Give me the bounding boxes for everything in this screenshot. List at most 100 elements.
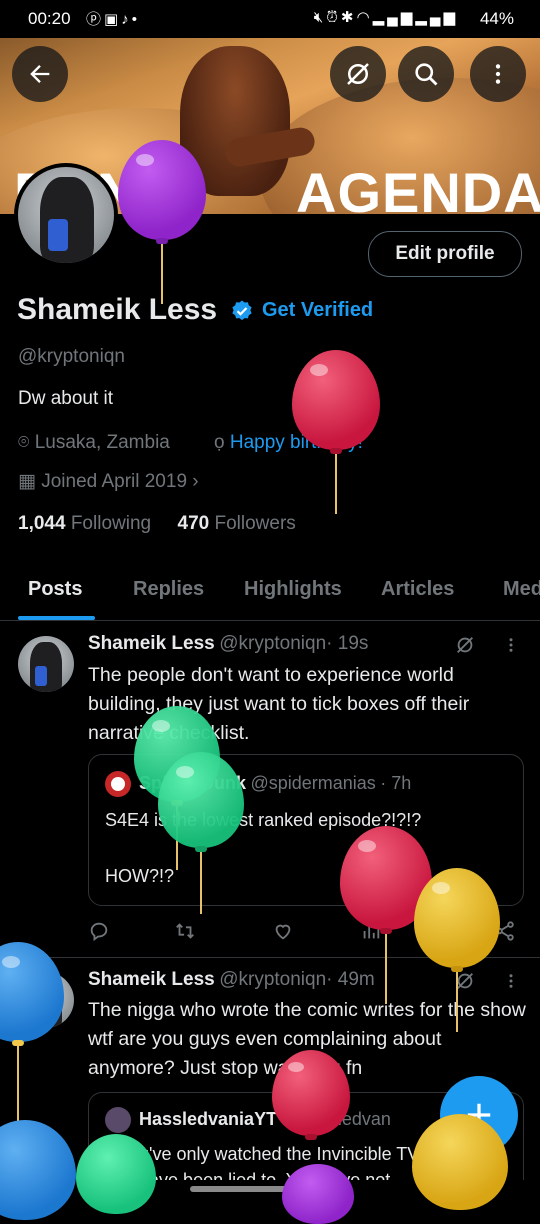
- avatar-phone: [48, 219, 68, 251]
- quote-text-line-2: HOW?!?: [105, 866, 175, 886]
- following-link[interactable]: 1,044 Following: [18, 513, 151, 534]
- followers-link[interactable]: 470 Followers: [178, 513, 296, 534]
- more-vertical-icon: [495, 64, 501, 84]
- location-text: Lusaka, Zambia: [34, 432, 170, 453]
- post-author-name[interactable]: Shameik Less: [88, 633, 215, 654]
- compose-post-button[interactable]: [440, 1076, 518, 1154]
- gallery-icon: ▣: [104, 11, 122, 28]
- profile-stats: 1,044 Following 470 Followers: [18, 513, 296, 535]
- heart-icon: [275, 924, 291, 940]
- share-button[interactable]: [494, 920, 516, 947]
- verified-badge-icon[interactable]: [230, 299, 254, 328]
- post-author-handle[interactable]: @kryptoniqn: [219, 969, 326, 990]
- post-text: The nigga who wrote the comic writes for…: [88, 999, 526, 1079]
- following-label: Following: [70, 513, 152, 534]
- quote-avatar: [105, 771, 131, 797]
- followers-label: Followers: [214, 513, 296, 534]
- tab-highlights[interactable]: Highlights: [244, 578, 342, 601]
- bookmark-button[interactable]: [452, 920, 474, 947]
- banner-orangutan: [180, 46, 290, 196]
- post-header: Shameik Less @kryptoniqn· 19s: [88, 633, 368, 655]
- post-translate-button[interactable]: [454, 970, 476, 997]
- post-divider: [0, 957, 540, 958]
- status-bar: 00:20 ⓟ▣♪• 🔇︎⏰︎✱◠▂▄▆▂▄▆ 44%: [0, 0, 540, 38]
- signal-icon: ▂▄▆: [372, 9, 416, 26]
- reply-button[interactable]: [88, 920, 110, 947]
- plus-icon: [467, 1103, 491, 1127]
- location-icon: ⌾: [18, 432, 30, 453]
- quoted-post[interactable]: Spider-Dunk @spidermanias · 7h S4E4 is t…: [88, 754, 524, 906]
- quote-time: · 7h: [380, 773, 412, 793]
- tab-posts[interactable]: Posts: [28, 578, 82, 601]
- post-more-button[interactable]: [502, 634, 520, 661]
- post-header: Shameik Less @kryptoniqn· 49m: [88, 969, 375, 991]
- back-button[interactable]: [12, 46, 68, 102]
- profile-avatar[interactable]: [14, 163, 118, 267]
- no-translate-icon: [457, 637, 473, 653]
- share-icon: [496, 921, 514, 941]
- banner-text-right: AGENDA: [296, 161, 540, 214]
- quote-avatar-mark: [111, 777, 125, 791]
- profile-joined[interactable]: ▦ Joined April 2019 ›: [18, 470, 199, 493]
- alarm-icon: ⏰︎: [326, 9, 341, 26]
- post-avatar[interactable]: [18, 972, 74, 1028]
- profile-location: ⌾ Lusaka, Zambia: [18, 432, 170, 454]
- profile-tabs: Posts Replies Highlights Articles Media: [0, 562, 540, 621]
- post-time: · 49m: [326, 969, 375, 990]
- quote-author-name: HassledvaniaYT: [139, 1109, 278, 1129]
- calendar-icon: ▦: [18, 471, 36, 492]
- tab-articles[interactable]: Articles: [381, 578, 454, 601]
- search-icon: [415, 63, 438, 86]
- views-chart-icon: [363, 925, 380, 939]
- post-author-handle[interactable]: @kryptoniqn: [219, 633, 326, 654]
- get-verified-link[interactable]: Get Verified: [262, 299, 373, 322]
- views-button[interactable]: [360, 920, 382, 947]
- post-avatar[interactable]: [18, 636, 74, 692]
- repost-button[interactable]: [174, 920, 196, 947]
- no-translate-icon: [347, 63, 369, 85]
- post-translate-button[interactable]: [454, 634, 476, 661]
- no-translate-icon: [457, 973, 473, 989]
- chevron-right-icon: ›: [192, 471, 199, 492]
- wifi-icon: ◠: [356, 9, 373, 26]
- edit-profile-button[interactable]: Edit profile: [368, 231, 522, 277]
- status-right-icons: 🔇︎⏰︎✱◠▂▄▆▂▄▆: [314, 8, 458, 26]
- joined-text: Joined April 2019: [41, 471, 188, 492]
- quote-avatar: [105, 1107, 131, 1133]
- system-navigation-bar: [0, 1180, 540, 1200]
- post-time: · 19s: [326, 633, 369, 654]
- quote-text-line-1: S4E4 is the lowest ranked episode?!?!?: [105, 810, 422, 830]
- like-button[interactable]: [272, 920, 294, 947]
- followers-count: 470: [177, 513, 210, 534]
- tab-media[interactable]: Media: [503, 578, 540, 601]
- status-time: 00:20: [28, 9, 71, 28]
- quote-text-line-1: If you've only watched the Invincible TV: [105, 1144, 420, 1164]
- balloon-icon: ọ: [214, 432, 225, 453]
- home-gesture-handle[interactable]: [190, 1186, 350, 1192]
- mute-icon: 🔇︎: [313, 9, 327, 26]
- avatar-phone: [35, 1002, 47, 1022]
- profile-bio: Dw about it: [18, 388, 114, 409]
- post-more-button[interactable]: [502, 970, 520, 997]
- signal-icon: ▂▄▆: [415, 9, 458, 26]
- post-author-name[interactable]: Shameik Less: [88, 969, 215, 990]
- birthday-text: Happy birthday!: [229, 432, 363, 453]
- quote-author-handle: @hassledvan: [281, 1109, 391, 1129]
- following-count: 1,044: [18, 513, 66, 534]
- status-left-icons: ⓟ▣♪•: [86, 8, 140, 29]
- more-vertical-icon: [509, 638, 513, 652]
- avatar-phone: [35, 666, 47, 686]
- battery-level: 44%: [479, 9, 514, 28]
- bluetooth-icon: ✱: [340, 9, 357, 26]
- search-button[interactable]: [398, 46, 454, 102]
- bookmark-icon: [456, 921, 470, 941]
- reply-icon: [90, 922, 108, 942]
- avatar-image: [18, 167, 114, 263]
- tiktok-icon: ♪: [121, 11, 132, 28]
- active-tab-indicator: [18, 616, 95, 620]
- more-vertical-icon: [509, 974, 513, 988]
- quote-author-handle: @spidermanias: [250, 773, 376, 793]
- more-button[interactable]: [470, 46, 526, 102]
- mute-translate-button[interactable]: [330, 46, 386, 102]
- tab-replies[interactable]: Replies: [133, 578, 204, 601]
